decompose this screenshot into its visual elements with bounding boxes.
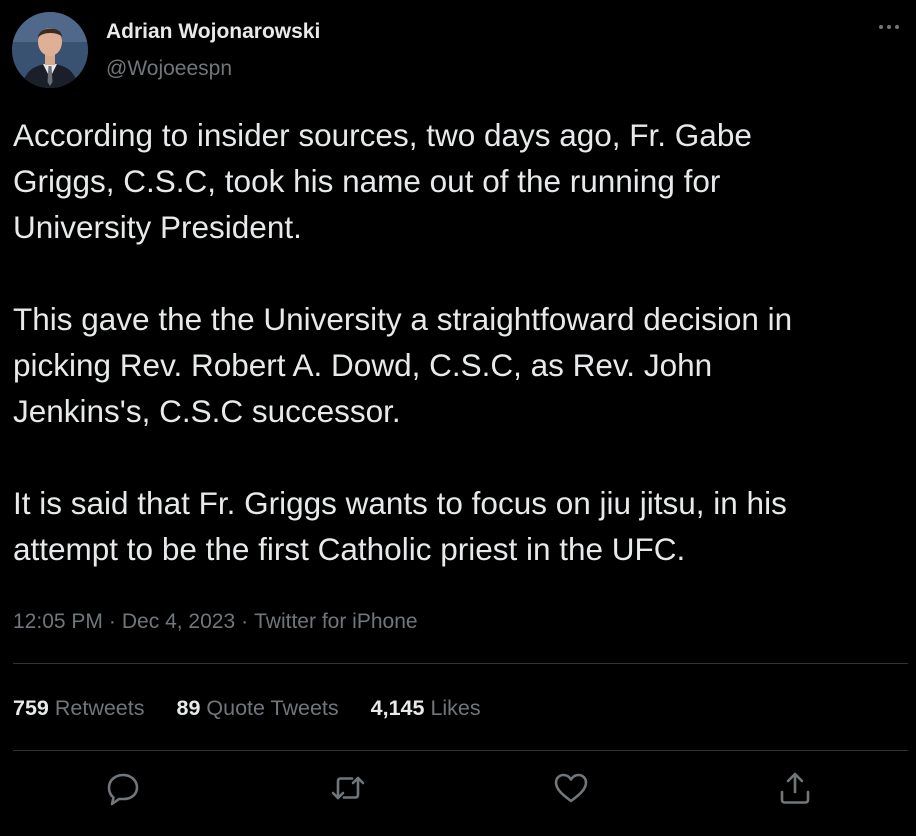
avatar[interactable] (12, 12, 88, 88)
tweet-stats: 759 Retweets 89 Quote Tweets 4,145 Likes (13, 696, 513, 721)
meta-separator: · (241, 610, 249, 633)
likes-count: 4,145 (370, 696, 425, 720)
more-dot (879, 25, 883, 29)
retweets-stat[interactable]: 759 Retweets (13, 696, 144, 721)
tweet-paragraph: According to insider sources, two days a… (13, 117, 752, 245)
tweet-paragraph: This gave the the University a straightf… (13, 301, 793, 429)
quote-tweets-stat[interactable]: 89 Quote Tweets (176, 696, 338, 721)
divider (13, 663, 908, 664)
tweet: Adrian Wojonarowski @Wojoeespn According… (0, 0, 916, 836)
tweet-paragraph: It is said that Fr. Griggs wants to focu… (13, 485, 787, 567)
like-icon[interactable] (551, 768, 591, 808)
retweets-count: 759 (13, 696, 49, 720)
more-dot (895, 25, 899, 29)
author-display-name[interactable]: Adrian Wojonarowski (106, 20, 320, 44)
tweet-meta: 12:05 PM · Dec 4, 2023 · Twitter for iPhone (13, 610, 418, 634)
divider (13, 750, 908, 751)
retweets-label: Retweets (54, 696, 145, 720)
quote-tweets-count: 89 (176, 696, 201, 720)
likes-label: Likes (430, 696, 481, 720)
tweet-source[interactable]: Twitter for iPhone (254, 610, 417, 633)
more-options-icon[interactable] (872, 16, 906, 38)
author-handle[interactable]: @Wojoeespn (106, 57, 232, 81)
tweet-date[interactable]: Dec 4, 2023 (122, 610, 235, 633)
avatar-image (12, 12, 88, 88)
reply-icon[interactable] (103, 768, 143, 808)
tweet-time[interactable]: 12:05 PM (13, 610, 103, 633)
quote-tweets-label: Quote Tweets (206, 696, 339, 720)
tweet-text: According to insider sources, two days a… (13, 112, 908, 572)
meta-separator: · (108, 610, 116, 633)
share-icon[interactable] (775, 768, 815, 808)
retweet-icon[interactable] (328, 768, 368, 808)
more-dot (887, 25, 891, 29)
likes-stat[interactable]: 4,145 Likes (371, 696, 481, 721)
